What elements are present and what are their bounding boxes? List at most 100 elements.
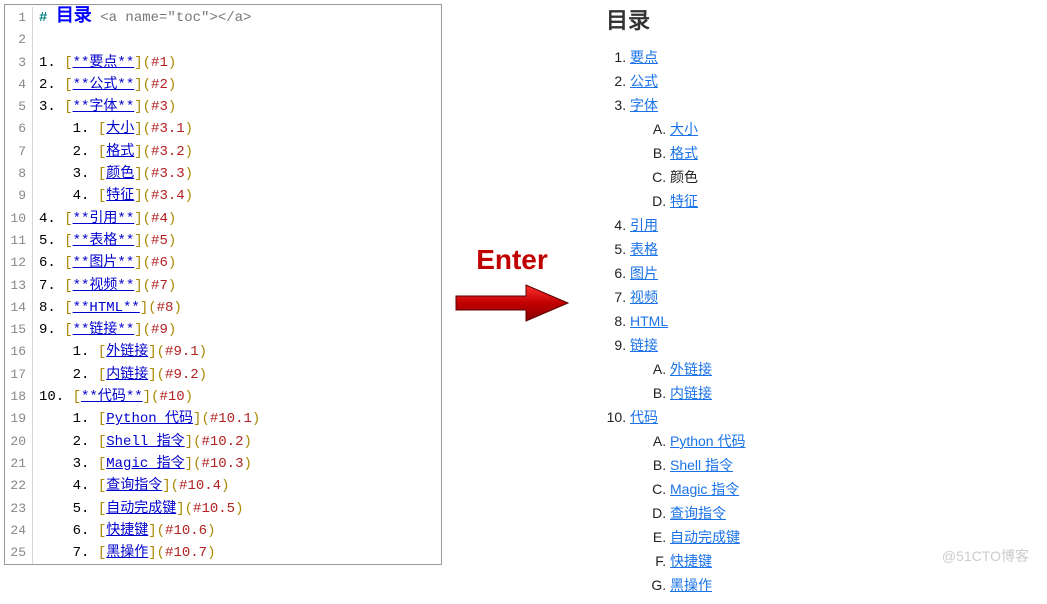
line-number: 20	[5, 431, 33, 453]
code-line[interactable]: 25 7. [黑操作](#10.7)	[5, 542, 441, 564]
code-content: 1. [Python 代码](#10.1)	[33, 408, 260, 430]
line-number: 9	[5, 185, 33, 207]
code-content: 1. [大小](#3.1)	[33, 118, 193, 140]
toc-link[interactable]: HTML	[630, 313, 668, 329]
rendered-toc: 目录 要点公式字体大小格式颜色特征引用表格图片视频HTML链接外链接内链接代码P…	[582, 4, 882, 604]
code-line[interactable]: 2	[5, 29, 441, 51]
code-content: 1. [外链接](#9.1)	[33, 341, 207, 363]
toc-link[interactable]: 黑操作	[670, 577, 712, 593]
code-content: 8. [**HTML**](#8)	[33, 297, 182, 319]
code-line[interactable]: 7 2. [格式](#3.2)	[5, 141, 441, 163]
line-number: 15	[5, 319, 33, 341]
line-number: 22	[5, 475, 33, 497]
toc-subitem: 颜色	[670, 166, 876, 188]
code-line[interactable]: 22 4. [查询指令](#10.4)	[5, 475, 441, 497]
toc-item: 视频	[630, 286, 876, 308]
line-number: 19	[5, 408, 33, 430]
code-line[interactable]: 1# 目录 <a name="toc"></a>	[5, 5, 441, 29]
code-line[interactable]: 42. [**公式**](#2)	[5, 74, 441, 96]
line-number: 21	[5, 453, 33, 475]
toc-item: 要点	[630, 46, 876, 68]
toc-item: 表格	[630, 238, 876, 260]
code-line[interactable]: 53. [**字体**](#3)	[5, 96, 441, 118]
code-content: 2. [格式](#3.2)	[33, 141, 193, 163]
toc-link[interactable]: 内链接	[670, 385, 712, 401]
toc-link[interactable]: 视频	[630, 289, 658, 305]
code-line[interactable]: 24 6. [快捷键](#10.6)	[5, 520, 441, 542]
source-editor[interactable]: 1# 目录 <a name="toc"></a>231. [**要点**](#1…	[4, 4, 442, 565]
line-number: 17	[5, 364, 33, 386]
toc-subitem: Shell 指令	[670, 454, 876, 476]
code-content: 2. [Shell 指令](#10.2)	[33, 431, 252, 453]
toc-link[interactable]: 特征	[670, 193, 698, 209]
code-content: 3. [Magic 指令](#10.3)	[33, 453, 252, 475]
toc-link[interactable]: 快捷键	[670, 553, 712, 569]
code-line[interactable]: 159. [**链接**](#9)	[5, 319, 441, 341]
line-number: 24	[5, 520, 33, 542]
code-content: 4. [**引用**](#4)	[33, 208, 176, 230]
toc-item: 公式	[630, 70, 876, 92]
toc-subitem: 特征	[670, 190, 876, 212]
line-number: 3	[5, 52, 33, 74]
toc-link[interactable]: 外链接	[670, 361, 712, 377]
code-line[interactable]: 20 2. [Shell 指令](#10.2)	[5, 431, 441, 453]
toc-sublist: 外链接内链接	[630, 358, 876, 404]
toc-list: 要点公式字体大小格式颜色特征引用表格图片视频 HTML 链接外链接内链接代码 Pyth…	[602, 46, 876, 596]
toc-link[interactable]: 图片	[630, 265, 658, 281]
code-line[interactable]: 126. [**图片**](#6)	[5, 252, 441, 274]
code-content: 2. [**公式**](#2)	[33, 74, 176, 96]
toc-link[interactable]: 自动完成键	[670, 529, 740, 545]
toc-item: 字体	[630, 94, 876, 116]
code-line[interactable]: 8 3. [颜色](#3.3)	[5, 163, 441, 185]
code-line[interactable]: 1810. [**代码**](#10)	[5, 386, 441, 408]
enter-label: Enter	[476, 244, 548, 276]
toc-link[interactable]: Python 代码	[670, 433, 745, 449]
line-number: 5	[5, 96, 33, 118]
code-line[interactable]: 9 4. [特征](#3.4)	[5, 185, 441, 207]
toc-link[interactable]: 查询指令	[670, 505, 726, 521]
line-number: 1	[5, 7, 33, 29]
toc-link[interactable]: Shell 指令	[670, 457, 733, 473]
code-line[interactable]: 21 3. [Magic 指令](#10.3)	[5, 453, 441, 475]
toc-item: 代码	[630, 406, 876, 428]
toc-link[interactable]: 字体	[630, 97, 658, 113]
line-number: 11	[5, 230, 33, 252]
line-number: 14	[5, 297, 33, 319]
toc-link[interactable]: 大小	[670, 121, 698, 137]
line-number: 4	[5, 74, 33, 96]
code-line[interactable]: 19 1. [Python 代码](#10.1)	[5, 408, 441, 430]
code-content: 4. [查询指令](#10.4)	[33, 475, 229, 497]
code-line[interactable]: 31. [**要点**](#1)	[5, 52, 441, 74]
code-line[interactable]: 104. [**引用**](#4)	[5, 208, 441, 230]
code-content: 5. [自动完成键](#10.5)	[33, 498, 243, 520]
code-line[interactable]: 6 1. [大小](#3.1)	[5, 118, 441, 140]
code-line[interactable]: 23 5. [自动完成键](#10.5)	[5, 498, 441, 520]
code-content: 7. [黑操作](#10.7)	[33, 542, 215, 564]
line-number: 25	[5, 542, 33, 564]
toc-link[interactable]: 引用	[630, 217, 658, 233]
code-line[interactable]: 137. [**视频**](#7)	[5, 275, 441, 297]
code-line[interactable]: 17 2. [内链接](#9.2)	[5, 364, 441, 386]
toc-subitem: 格式	[670, 142, 876, 164]
toc-link[interactable]: 代码	[630, 409, 658, 425]
toc-link[interactable]: 表格	[630, 241, 658, 257]
toc-link[interactable]: 公式	[630, 73, 658, 89]
toc-link[interactable]: 链接	[630, 337, 658, 353]
toc-text: 颜色	[670, 169, 698, 185]
code-line[interactable]: 16 1. [外链接](#9.1)	[5, 341, 441, 363]
code-line[interactable]: 115. [**表格**](#5)	[5, 230, 441, 252]
code-content: 9. [**链接**](#9)	[33, 319, 176, 341]
code-content: 1. [**要点**](#1)	[33, 52, 176, 74]
code-content: 5. [**表格**](#5)	[33, 230, 176, 252]
code-line[interactable]: 148. [**HTML**](#8)	[5, 297, 441, 319]
line-number: 23	[5, 498, 33, 520]
toc-link[interactable]: 格式	[670, 145, 698, 161]
toc-link[interactable]: Magic 指令	[670, 481, 739, 497]
line-number: 16	[5, 341, 33, 363]
line-number: 2	[5, 29, 33, 51]
toc-link[interactable]: 要点	[630, 49, 658, 65]
toc-item: 图片	[630, 262, 876, 284]
line-number: 6	[5, 118, 33, 140]
toc-item: 引用	[630, 214, 876, 236]
enter-arrow-block: Enter	[442, 244, 582, 324]
